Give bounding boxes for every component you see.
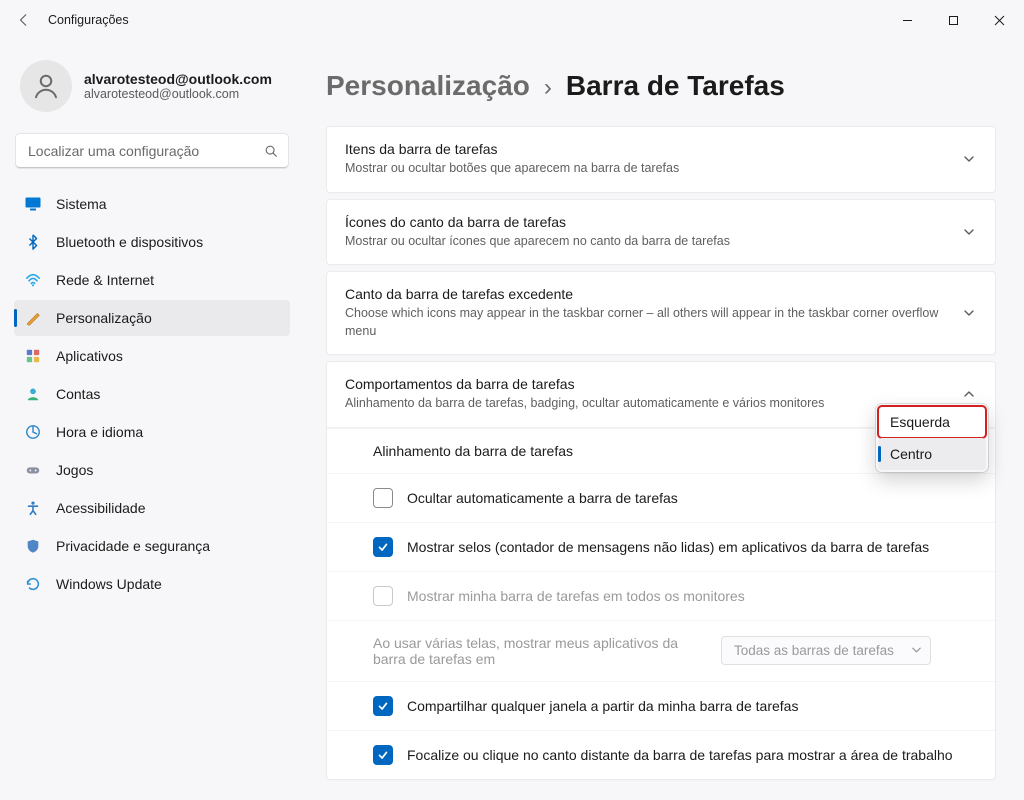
minimize-button[interactable]	[884, 5, 930, 35]
sidebar-item-label: Privacidade e segurança	[56, 538, 210, 554]
apps-icon	[24, 347, 42, 365]
dropdown-option-left[interactable]: Esquerda	[878, 406, 986, 438]
sidebar-item-label: Rede & Internet	[56, 272, 154, 288]
card-taskbar-items[interactable]: Itens da barra de tarefas Mostrar ou ocu…	[326, 126, 996, 193]
sidebar-item-label: Jogos	[56, 462, 93, 478]
card-overflow[interactable]: Canto da barra de tarefas excedente Choo…	[326, 271, 996, 355]
globe-clock-icon	[24, 423, 42, 441]
profile-name: alvarotesteod@outlook.com	[84, 71, 272, 87]
maximize-button[interactable]	[930, 5, 976, 35]
checkbox-badges[interactable]	[373, 537, 393, 557]
chevron-down-icon	[961, 305, 977, 321]
monitor-icon	[24, 195, 42, 213]
sidebar-item-label: Windows Update	[56, 576, 162, 592]
wifi-icon	[24, 271, 42, 289]
row-label: Mostrar selos (contador de mensagens não…	[407, 539, 977, 555]
select-value: Todas as barras de tarefas	[734, 643, 894, 658]
dropdown-option-label: Esquerda	[890, 414, 950, 430]
card-subtitle: Alinhamento da barra de tarefas, badging…	[345, 395, 949, 413]
sidebar-item-time-language[interactable]: Hora e idioma	[14, 414, 290, 450]
card-corner-icons[interactable]: Ícones do canto da barra de tarefas Most…	[326, 199, 996, 266]
bluetooth-icon	[24, 233, 42, 251]
chevron-right-icon: ›	[544, 74, 552, 102]
dropdown-option-label: Centro	[890, 446, 932, 462]
paintbrush-icon	[24, 309, 42, 327]
row-all-monitors: Mostrar minha barra de tarefas em todos …	[327, 571, 995, 620]
row-multi-display: Ao usar várias telas, mostrar meus aplic…	[327, 620, 995, 681]
sidebar-item-label: Acessibilidade	[56, 500, 146, 516]
card-title: Canto da barra de tarefas excedente	[345, 286, 949, 302]
card-title: Comportamentos da barra de tarefas	[345, 376, 949, 392]
chevron-down-icon	[961, 151, 977, 167]
row-desktop-peek: Focalize ou clique no canto distante da …	[327, 730, 995, 779]
alignment-dropdown[interactable]: Esquerda Centro	[876, 404, 988, 472]
card-subtitle: Choose which icons may appear in the tas…	[345, 305, 949, 340]
row-label: Ao usar várias telas, mostrar meus aplic…	[373, 635, 703, 667]
sidebar-item-gaming[interactable]: Jogos	[14, 452, 290, 488]
row-label: Ocultar automaticamente a barra de taref…	[407, 490, 977, 506]
sidebar-item-bluetooth[interactable]: Bluetooth e dispositivos	[14, 224, 290, 260]
sidebar-item-label: Hora e idioma	[56, 424, 143, 440]
card-subtitle: Mostrar ou ocultar botões que aparecem n…	[345, 160, 949, 178]
sidebar-item-label: Bluetooth e dispositivos	[56, 234, 203, 250]
chevron-down-icon	[911, 643, 922, 658]
search-input[interactable]	[16, 134, 288, 168]
dropdown-option-center[interactable]: Centro	[878, 438, 986, 470]
select-multi-display: Todas as barras de tarefas	[721, 636, 931, 665]
sidebar-item-privacy[interactable]: Privacidade e segurança	[14, 528, 290, 564]
row-share-any-window: Compartilhar qualquer janela a partir da…	[327, 681, 995, 730]
search-icon[interactable]	[262, 142, 280, 160]
sidebar-item-label: Personalização	[56, 310, 152, 326]
chevron-up-icon	[961, 386, 977, 402]
sidebar-item-apps[interactable]: Aplicativos	[14, 338, 290, 374]
breadcrumb-parent[interactable]: Personalização	[326, 70, 530, 102]
checkbox-desktop-peek[interactable]	[373, 745, 393, 765]
row-label: Mostrar minha barra de tarefas em todos …	[407, 588, 977, 604]
sidebar-item-personalization[interactable]: Personalização	[14, 300, 290, 336]
window-title: Configurações	[48, 13, 129, 27]
sidebar-item-accessibility[interactable]: Acessibilidade	[14, 490, 290, 526]
card-title: Ícones do canto da barra de tarefas	[345, 214, 949, 230]
accessibility-icon	[24, 499, 42, 517]
row-label: Focalize ou clique no canto distante da …	[407, 747, 977, 763]
chevron-down-icon	[961, 224, 977, 240]
shield-icon	[24, 537, 42, 555]
card-title: Itens da barra de tarefas	[345, 141, 949, 157]
sidebar-item-label: Aplicativos	[56, 348, 123, 364]
gamepad-icon	[24, 461, 42, 479]
sidebar-item-accounts[interactable]: Contas	[14, 376, 290, 412]
update-icon	[24, 575, 42, 593]
breadcrumb: Personalização › Barra de Tarefas	[326, 70, 996, 102]
sidebar-item-label: Contas	[56, 386, 100, 402]
row-auto-hide: Ocultar automaticamente a barra de taref…	[327, 473, 995, 522]
row-badges: Mostrar selos (contador de mensagens não…	[327, 522, 995, 571]
avatar	[20, 60, 72, 112]
sidebar-item-label: Sistema	[56, 196, 107, 212]
close-button[interactable]	[976, 5, 1022, 35]
sidebar-item-network[interactable]: Rede & Internet	[14, 262, 290, 298]
row-label: Compartilhar qualquer janela a partir da…	[407, 698, 977, 714]
page-title: Barra de Tarefas	[566, 70, 785, 102]
checkbox-auto-hide[interactable]	[373, 488, 393, 508]
back-button[interactable]	[14, 10, 34, 30]
checkbox-all-monitors	[373, 586, 393, 606]
card-subtitle: Mostrar ou ocultar ícones que aparecem n…	[345, 233, 949, 251]
checkbox-share-window[interactable]	[373, 696, 393, 716]
sidebar-item-update[interactable]: Windows Update	[14, 566, 290, 602]
sidebar-item-system[interactable]: Sistema	[14, 186, 290, 222]
person-icon	[24, 385, 42, 403]
profile-email: alvarotesteod@outlook.com	[84, 87, 272, 101]
